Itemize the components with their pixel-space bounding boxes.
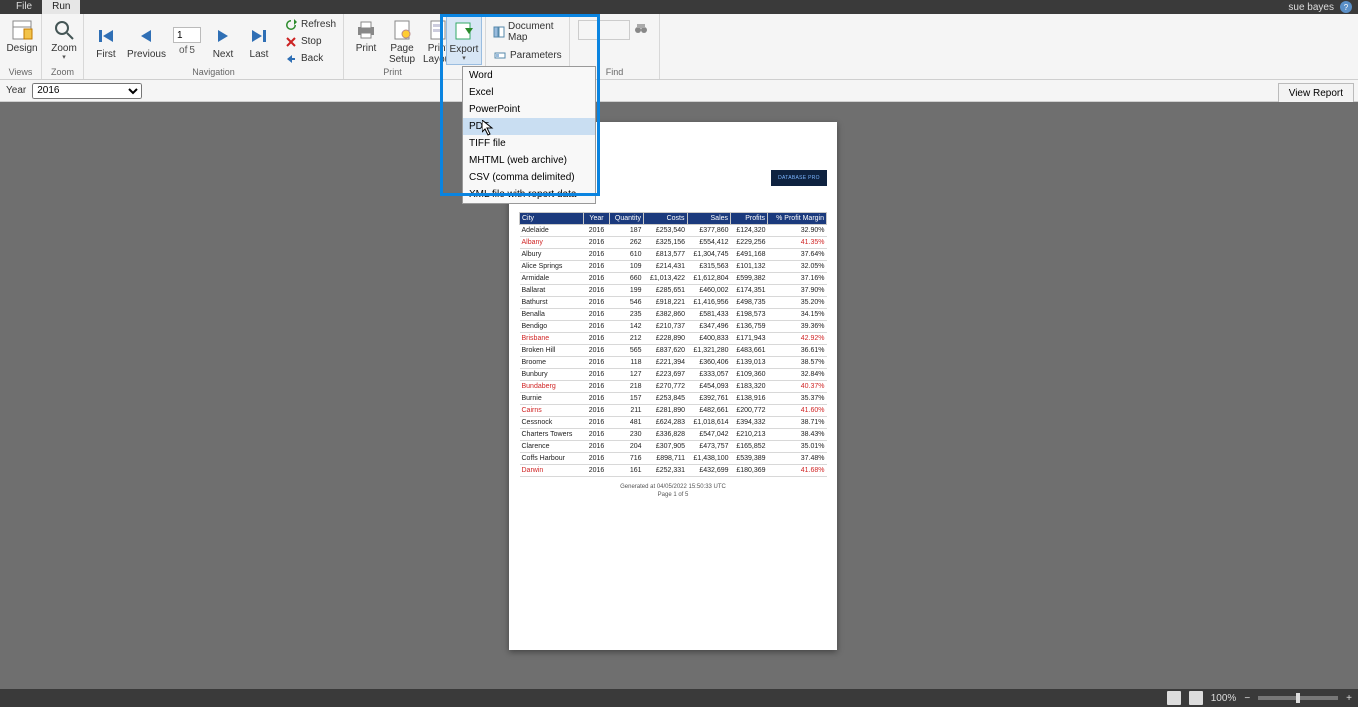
export-menu-item-powerpoint[interactable]: PowerPoint <box>463 101 595 118</box>
table-row: Bundaberg2016218£270,772£454,093£183,320… <box>520 381 827 393</box>
export-menu-item-word[interactable]: Word <box>463 67 595 84</box>
print-button[interactable]: Print <box>348 16 384 56</box>
col-6: % Profit Margin <box>768 213 827 225</box>
table-row: Bendigo2016142£210,737£347,496£136,75939… <box>520 321 827 333</box>
footer-generated: Generated at 04/05/2022 15:50:33 UTC <box>519 483 827 491</box>
report-table: CityYearQuantityCostsSalesProfits% Profi… <box>519 212 827 477</box>
footer-page: Page 1 of 5 <box>519 491 827 499</box>
stop-icon <box>284 35 298 49</box>
nav-first-button[interactable]: First <box>88 22 124 62</box>
refresh-icon <box>284 18 298 32</box>
table-row: Brisbane2016212£228,890£400,833£171,9434… <box>520 333 827 345</box>
nav-previous-button[interactable]: Previous <box>124 22 169 62</box>
col-0: City <box>520 213 584 225</box>
page-of-label: of <box>179 45 187 56</box>
first-icon <box>94 24 118 48</box>
table-row: Bathurst2016546£918,221£1,416,956£498,73… <box>520 297 827 309</box>
page-setup-button[interactable]: Page Setup <box>384 16 420 67</box>
app-tabs: File Run <box>6 0 80 14</box>
nav-page-box: of 5 <box>169 25 205 58</box>
table-row: Charters Towers2016230£336,828£547,042£2… <box>520 429 827 441</box>
param-year-label: Year <box>6 85 26 96</box>
zoom-out-button[interactable]: − <box>1244 693 1250 704</box>
logo: DATABASE PRO <box>771 170 827 186</box>
help-icon[interactable]: ? <box>1340 1 1352 13</box>
table-row: Benalla2016235£382,860£581,433£198,57334… <box>520 309 827 321</box>
binoculars-icon <box>634 22 648 36</box>
export-icon <box>452 19 476 43</box>
table-row: Albury2016610£813,577£1,304,745£491,1683… <box>520 249 827 261</box>
tab-run[interactable]: Run <box>42 0 80 14</box>
page-total: 5 <box>189 45 195 56</box>
next-icon <box>211 24 235 48</box>
col-4: Sales <box>687 213 731 225</box>
table-row: Alice Springs2016109£214,431£315,563£101… <box>520 261 827 273</box>
table-row: Cairns2016211£281,890£482,661£200,77241.… <box>520 405 827 417</box>
table-row: Bunbury2016127£223,697£333,057£109,36032… <box>520 369 827 381</box>
table-row: Albany2016262£325,156£554,412£229,25641.… <box>520 237 827 249</box>
nav-next-button[interactable]: Next <box>205 22 241 62</box>
col-5: Profits <box>731 213 768 225</box>
back-icon <box>284 52 298 66</box>
zoom-slider[interactable] <box>1258 696 1338 700</box>
table-row: Armidale2016660£1,013,422£1,612,804£599,… <box>520 273 827 285</box>
export-button[interactable]: Export ▾ <box>446 16 482 65</box>
find-input[interactable] <box>578 20 630 40</box>
col-2: Quantity <box>610 213 644 225</box>
zoom-button[interactable]: Zoom ▾ <box>46 16 82 63</box>
export-menu-item-csv-comma-delimited-[interactable]: CSV (comma delimited) <box>463 169 595 186</box>
ribbon: Design Views Zoom ▾ Zoom First Pr <box>0 14 1358 80</box>
zoom-in-button[interactable]: + <box>1346 693 1352 704</box>
page-setup-icon <box>390 18 414 42</box>
design-icon <box>10 18 34 42</box>
group-label-print: Print <box>348 67 437 79</box>
view-report-button[interactable]: View Report <box>1278 83 1354 103</box>
parameters-button[interactable]: Parameters <box>490 47 565 63</box>
find-button[interactable] <box>632 20 650 38</box>
document-map-button[interactable]: Document Map <box>490 20 565 44</box>
view-mode-icon-2[interactable] <box>1189 691 1203 705</box>
refresh-button[interactable]: Refresh <box>281 17 339 33</box>
previous-icon <box>134 24 158 48</box>
export-menu-item-excel[interactable]: Excel <box>463 84 595 101</box>
back-button[interactable]: Back <box>281 51 339 67</box>
group-label-views: Views <box>4 67 37 79</box>
status-bar: 100% − + <box>0 689 1358 707</box>
zoom-icon <box>52 18 76 42</box>
document-map-icon <box>493 25 505 39</box>
export-menu-item-mhtml-web-archive-[interactable]: MHTML (web archive) <box>463 152 595 169</box>
tab-file[interactable]: File <box>6 0 42 14</box>
export-menu-item-pdf[interactable]: PDF <box>463 118 595 135</box>
param-year-select[interactable]: 2016 <box>32 83 142 99</box>
table-row: Burnie2016157£253,845£392,761£138,91635.… <box>520 393 827 405</box>
table-row: Ballarat2016199£285,651£460,002£174,3513… <box>520 285 827 297</box>
report-canvas[interactable]: DATABASE PRO CityYearQuantityCostsSalesP… <box>0 102 1358 689</box>
parameters-icon <box>493 48 507 62</box>
table-row: Broken Hill2016565£837,620£1,321,280£483… <box>520 345 827 357</box>
export-menu-item-xml-file-with-report-data[interactable]: XML file with report data <box>463 186 595 203</box>
group-label-zoom: Zoom <box>46 67 79 79</box>
table-row: Broome2016118£221,394£360,406£139,01338.… <box>520 357 827 369</box>
nav-last-button[interactable]: Last <box>241 22 277 62</box>
export-menu-item-tiff-file[interactable]: TIFF file <box>463 135 595 152</box>
current-page-input[interactable] <box>173 27 201 43</box>
table-row: Cessnock2016481£624,283£1,018,614£394,33… <box>520 417 827 429</box>
last-icon <box>247 24 271 48</box>
group-label-navigation: Navigation <box>88 67 339 79</box>
design-button[interactable]: Design <box>4 16 40 56</box>
zoom-percent: 100% <box>1211 693 1237 704</box>
parameter-bar: Year 2016 <box>0 80 1358 102</box>
export-menu: WordExcelPowerPointPDFTIFF fileMHTML (we… <box>462 66 596 204</box>
table-row: Darwin2016161£252,331£432,699£180,36941.… <box>520 465 827 477</box>
print-icon <box>354 18 378 42</box>
table-row: Clarence2016204£307,905£473,757£165,8523… <box>520 441 827 453</box>
view-mode-icon-1[interactable] <box>1167 691 1181 705</box>
title-bar: File Run sue bayes ? <box>0 0 1358 14</box>
col-1: Year <box>584 213 610 225</box>
table-row: Adelaide2016187£253,540£377,860£124,3203… <box>520 225 827 237</box>
table-row: Coffs Harbour2016716£898,711£1,438,100£5… <box>520 453 827 465</box>
col-3: Costs <box>644 213 688 225</box>
stop-button[interactable]: Stop <box>281 34 339 50</box>
current-user: sue bayes <box>1288 2 1334 13</box>
